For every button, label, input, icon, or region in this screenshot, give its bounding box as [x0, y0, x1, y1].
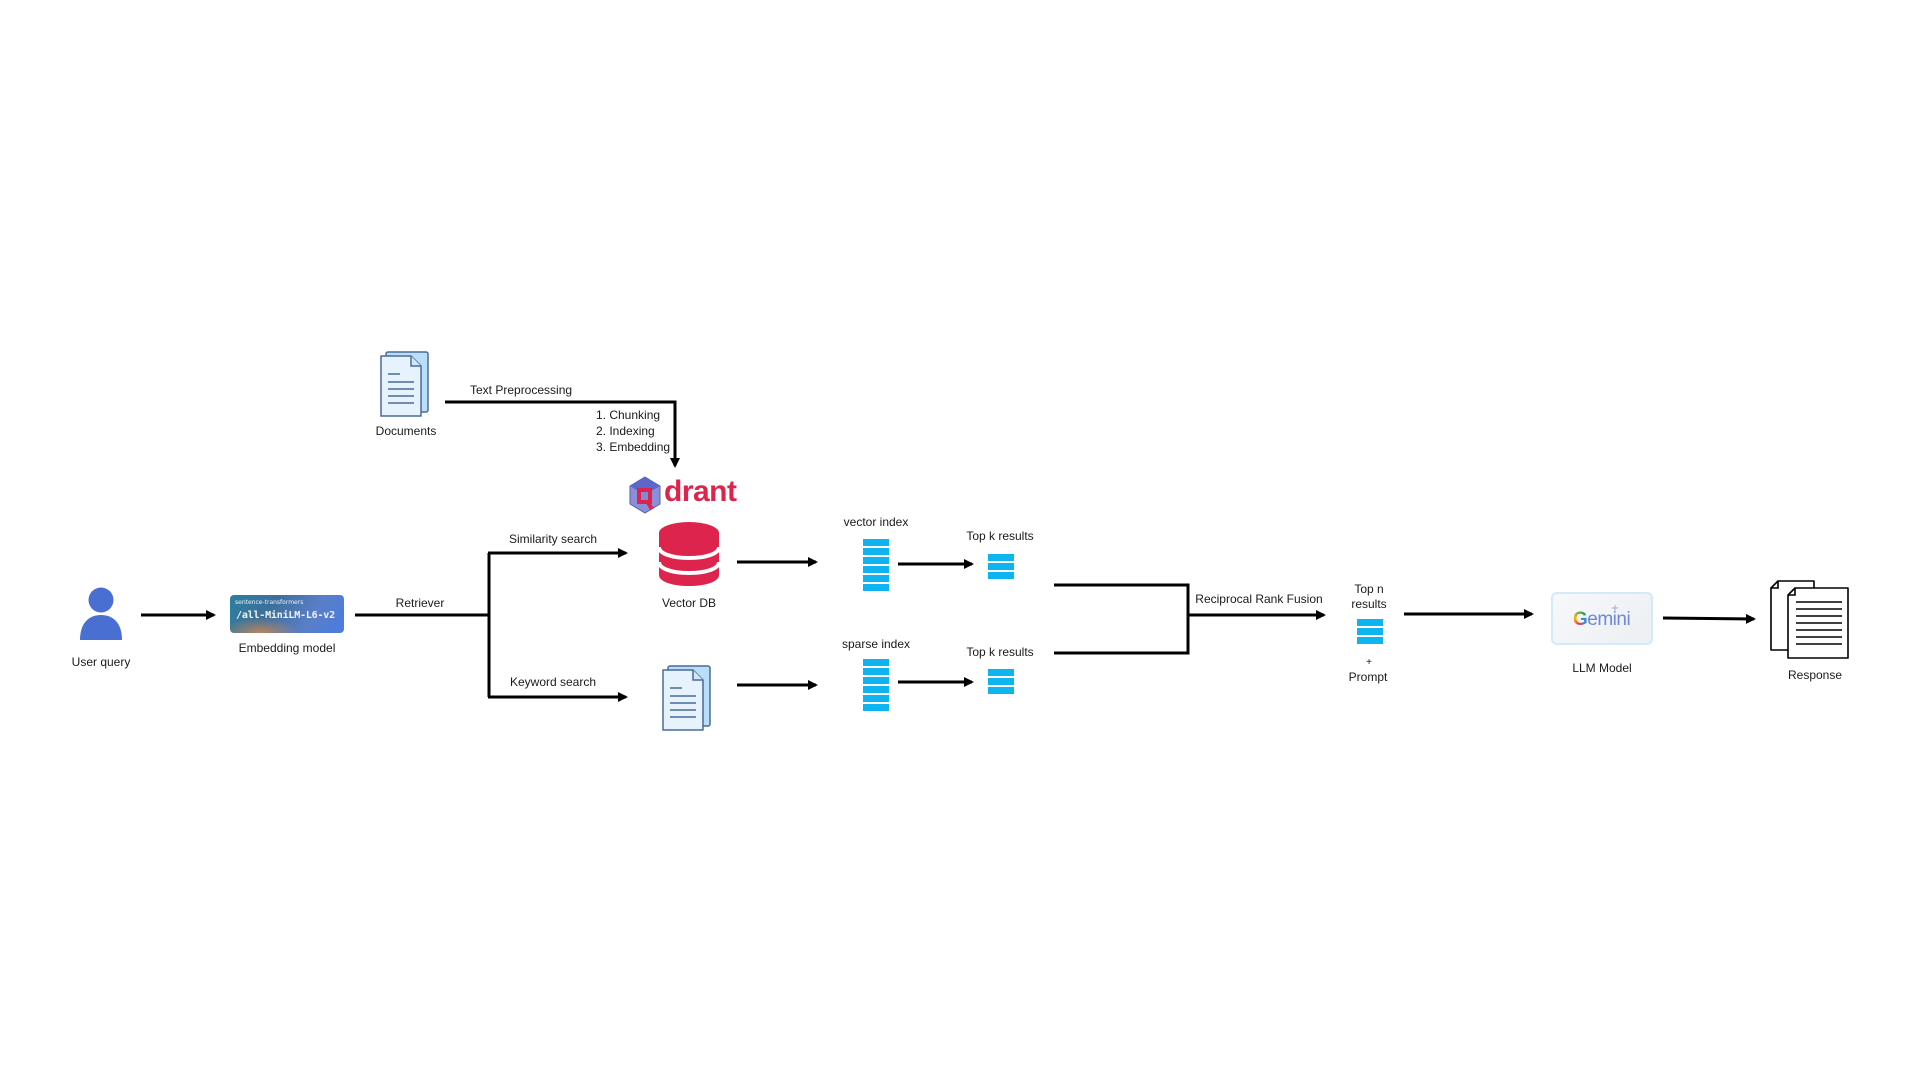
top-k-vector-label: Top k results: [966, 529, 1034, 543]
index-bar: [1357, 619, 1383, 626]
top-k-sparse-label: Top k results: [966, 645, 1034, 659]
index-bar: [863, 548, 889, 555]
response-document-icon: [1770, 580, 1849, 659]
response-label: Response: [1787, 668, 1843, 682]
embedding-model-provider: sentence-transformers: [235, 599, 304, 606]
index-bar: [1357, 628, 1383, 635]
index-bar: [863, 584, 889, 591]
documents-label: Documents: [375, 424, 437, 438]
sparse-index-label: sparse index: [841, 637, 911, 651]
index-bar: [1357, 637, 1383, 644]
index-bar: [863, 566, 889, 573]
index-bar: [988, 687, 1014, 694]
top-n-label-line1: Top n: [1354, 582, 1384, 596]
sparse-index-stack: [863, 659, 889, 713]
index-bar: [863, 695, 889, 702]
preprocessing-step-1: 1. Chunking: [596, 408, 661, 422]
gemini-text-rest: emini: [1587, 609, 1631, 630]
qdrant-logo-icon: [629, 476, 661, 514]
index-bar: [988, 554, 1014, 561]
index-bar: [863, 575, 889, 582]
index-bar: [988, 669, 1014, 676]
keyword-search-label: Keyword search: [509, 675, 597, 689]
index-bar: [863, 557, 889, 564]
arrow-llm-to-response: [1662, 613, 1756, 624]
index-bar: [863, 677, 889, 684]
index-bar: [863, 686, 889, 693]
preprocessing-step-2: 2. Indexing: [596, 424, 655, 438]
reciprocal-rank-fusion-label: Reciprocal Rank Fusion: [1195, 592, 1323, 606]
index-bar: [863, 539, 889, 546]
database-icon: [657, 522, 721, 586]
gemini-logo-text: Gemini: [1573, 609, 1631, 631]
sparkle-icon: [1611, 604, 1619, 612]
preprocessing-step-3: 3. Embedding: [596, 440, 671, 454]
prompt-label: Prompt: [1348, 670, 1388, 684]
llm-model-label: LLM Model: [1572, 661, 1632, 675]
user-icon: [80, 587, 122, 640]
connector-layer: [141, 400, 1756, 702]
text-preprocessing-label: Text Preprocessing: [470, 383, 573, 397]
qdrant-logo-text: drant: [664, 475, 737, 508]
index-bar: [988, 572, 1014, 579]
vector-index-stack: [863, 539, 889, 593]
embedding-model-name: /all-MiniLM-L6-v2: [236, 610, 335, 621]
user-query-label: User query: [71, 655, 131, 669]
top-n-stack: [1357, 619, 1383, 646]
top-k-vector-stack: [988, 554, 1014, 581]
top-k-sparse-stack: [988, 669, 1014, 696]
retriever-label: Retriever: [395, 596, 445, 610]
documents-icon: [380, 351, 429, 417]
index-bar: [863, 704, 889, 711]
index-bar: [988, 563, 1014, 570]
embedding-model-label: Embedding model: [238, 641, 336, 655]
gemini-g-glyph: G: [1573, 609, 1588, 630]
keyword-documents-icon: [662, 665, 711, 731]
index-bar: [988, 678, 1014, 685]
index-bar: [863, 668, 889, 675]
gemini-logo-badge: Gemini: [1551, 592, 1653, 645]
plus-sign: +: [1366, 657, 1372, 668]
similarity-search-label: Similarity search: [508, 532, 598, 546]
embedding-model-badge: sentence-transformers /all-MiniLM-L6-v2: [230, 595, 344, 633]
index-bar: [863, 659, 889, 666]
line-merge-top: [1054, 583, 1190, 655]
vector-index-label: vector index: [843, 515, 909, 529]
top-n-label-line2: results: [1351, 597, 1387, 611]
vector-db-label: Vector DB: [661, 596, 717, 610]
